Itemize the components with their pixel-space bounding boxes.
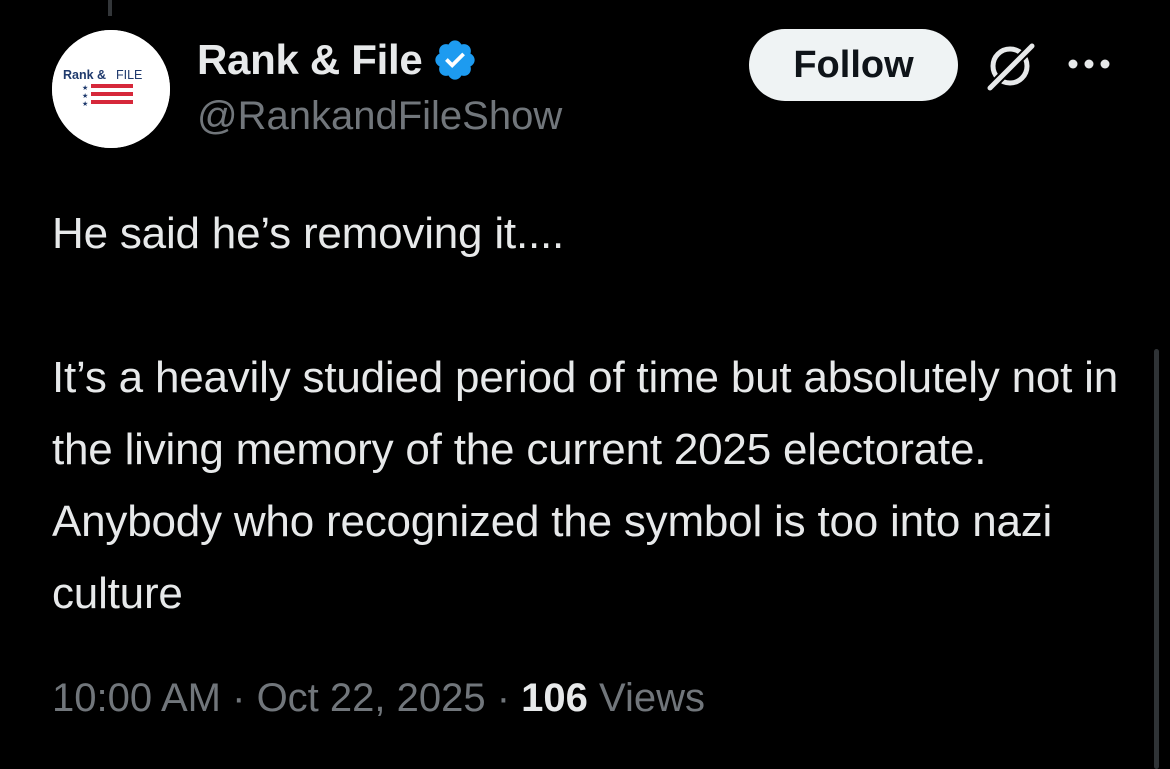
grok-icon[interactable] xyxy=(983,39,1037,93)
meta-separator: · xyxy=(485,676,522,720)
more-options-icon[interactable] xyxy=(1065,52,1115,76)
verified-badge-icon[interactable] xyxy=(432,37,478,83)
author-handle[interactable]: @RankandFileShow xyxy=(197,94,562,139)
svg-text:★: ★ xyxy=(82,100,88,108)
svg-text:FILE: FILE xyxy=(116,68,142,82)
tweet-time[interactable]: 10:00 AM xyxy=(52,676,221,720)
views-label: Views xyxy=(587,676,705,720)
svg-text:★: ★ xyxy=(82,84,88,92)
tweet-text: He said he’s removing it.... It’s a heav… xyxy=(52,209,1119,618)
tweet-date[interactable]: Oct 22, 2025 xyxy=(257,676,486,720)
meta-separator: · xyxy=(221,676,257,720)
svg-text:Rank &: Rank & xyxy=(63,68,106,82)
svg-text:★: ★ xyxy=(82,92,88,100)
avatar[interactable]: Rank & FILE ★ ★ ★ xyxy=(52,30,170,148)
scrollbar[interactable] xyxy=(1154,349,1159,769)
author-info: Rank & File @RankandFileShow xyxy=(197,34,562,139)
views-count: 106 xyxy=(521,676,588,720)
thread-connector-line xyxy=(108,0,112,16)
author-display-name[interactable]: Rank & File xyxy=(197,36,423,84)
follow-button[interactable]: Follow xyxy=(749,29,958,101)
rank-and-file-logo: Rank & FILE ★ ★ ★ xyxy=(52,30,170,148)
tweet-metadata: 10:00 AM · Oct 22, 2025 · 106 Views xyxy=(52,676,705,721)
author-name-row: Rank & File xyxy=(197,34,562,86)
